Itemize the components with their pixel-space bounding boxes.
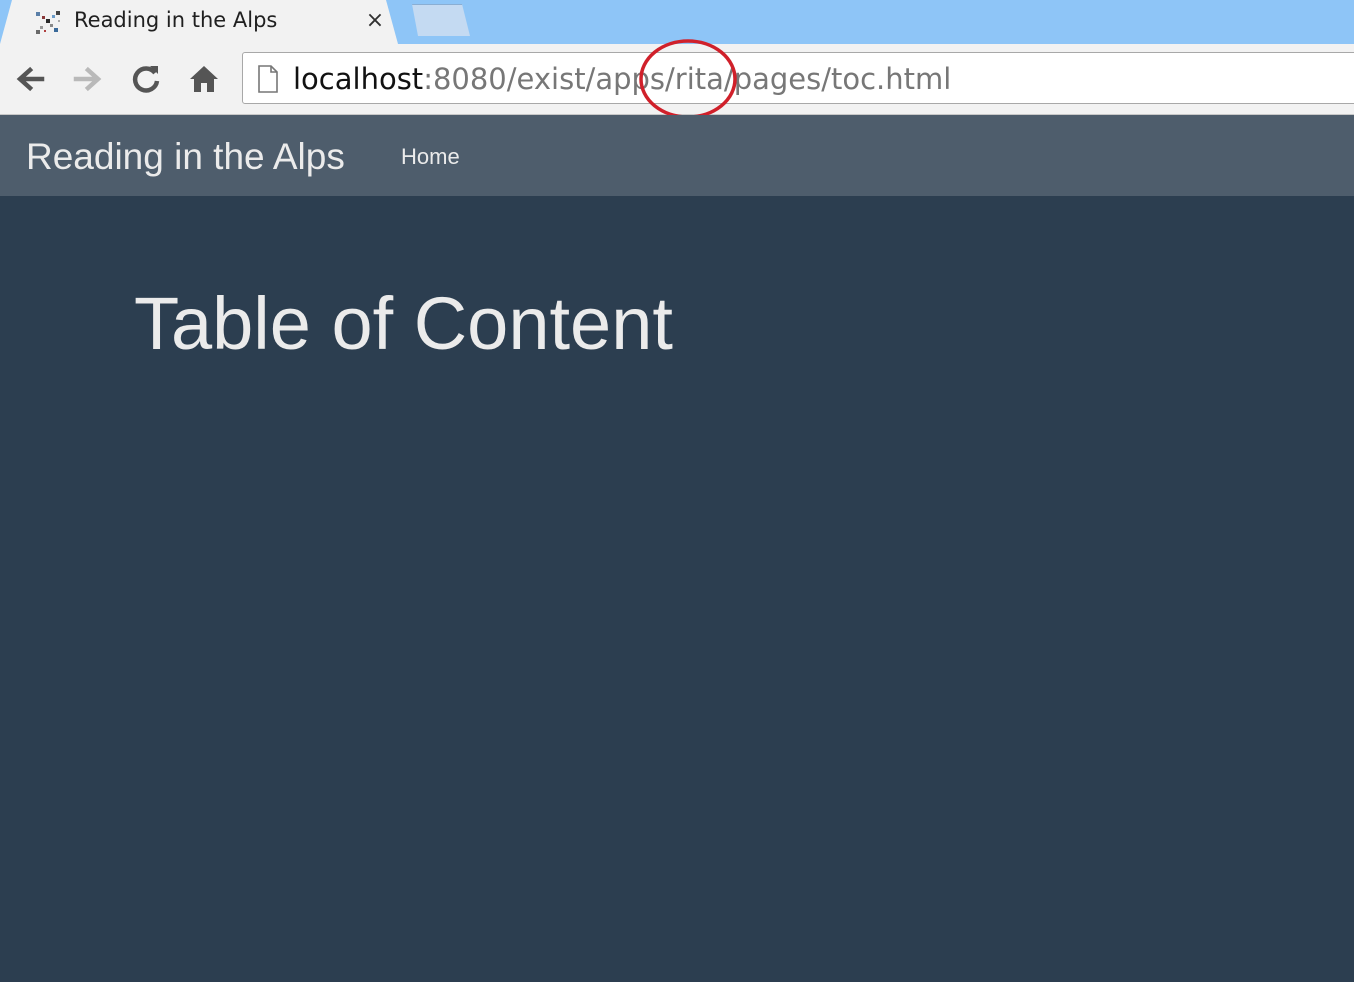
reload-icon[interactable] <box>128 61 164 97</box>
new-tab-button[interactable] <box>412 4 470 36</box>
nav-link-home[interactable]: Home <box>401 143 460 171</box>
app-navbar: Reading in the Alps Home <box>0 115 1354 196</box>
url-host: localhost <box>293 62 424 96</box>
main-content: Table of Content <box>0 196 1354 982</box>
page-title: Table of Content <box>134 282 673 365</box>
tab-title: Reading in the Alps <box>74 8 278 32</box>
app-favicon-icon <box>36 11 60 34</box>
browser-tab[interactable]: Reading in the Alps × <box>0 0 398 44</box>
address-bar[interactable]: localhost:8080/exist/apps/rita/pages/toc… <box>242 52 1354 104</box>
navbar-brand[interactable]: Reading in the Alps <box>26 135 345 179</box>
back-icon[interactable] <box>12 61 48 97</box>
url-text[interactable]: localhost:8080/exist/apps/rita/pages/toc… <box>293 62 951 96</box>
forward-icon[interactable] <box>70 61 106 97</box>
home-icon[interactable] <box>186 61 222 97</box>
annotation-circle <box>639 39 737 119</box>
page-icon <box>258 65 278 93</box>
close-icon[interactable]: × <box>362 8 388 34</box>
